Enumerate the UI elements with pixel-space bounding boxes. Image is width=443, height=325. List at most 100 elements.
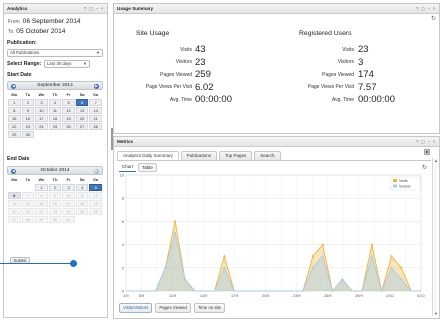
data-point-visits xyxy=(174,220,177,223)
calendar-day[interactable]: 28 xyxy=(89,123,102,130)
calendar-day[interactable]: 4 xyxy=(75,184,89,191)
calendar-day[interactable]: 5 xyxy=(62,99,75,106)
vertical-scrollbar[interactable]: ▲ ▼ xyxy=(432,158,438,316)
calendar-month-title: September 2014 xyxy=(37,83,73,88)
weekday-label: Fr xyxy=(66,177,71,182)
calendar-day[interactable]: 10 xyxy=(35,107,48,114)
window-controls[interactable]: ? ▢ – × xyxy=(416,4,436,14)
calendar-day[interactable]: 2 xyxy=(21,99,35,106)
calendar-day[interactable]: 29 xyxy=(8,131,21,138)
calendar-empty-cell xyxy=(35,131,48,138)
calendar-day[interactable]: 8 xyxy=(8,107,21,114)
stat-label: Pages Viewed xyxy=(322,71,354,78)
publication-select[interactable]: All Publications ▼ xyxy=(7,49,103,57)
calendar-day[interactable]: 1 xyxy=(8,99,21,106)
tab-analytics-daily-summary[interactable]: Analytics Daily Summary xyxy=(117,151,179,160)
window-controls[interactable]: ? ▢ – × xyxy=(416,137,436,147)
calendar-day: 12 xyxy=(89,192,102,199)
calendar-day[interactable]: 12 xyxy=(62,107,75,114)
calendar-day[interactable]: 20 xyxy=(75,115,89,122)
data-point-visitors xyxy=(390,266,393,269)
next-month-icon[interactable]: ▶ xyxy=(94,83,99,89)
calendar-day: 13 xyxy=(8,200,21,207)
calendar-day[interactable]: 1 xyxy=(35,184,48,191)
calendar-day: 7 xyxy=(21,192,35,199)
calendar-day: 20 xyxy=(8,208,21,215)
calendar-day[interactable]: 13 xyxy=(75,107,89,114)
calendar-day[interactable]: 6 xyxy=(75,99,89,106)
calendar-day[interactable]: 14 xyxy=(89,107,102,114)
calendar-day[interactable]: 21 xyxy=(89,115,102,122)
calendar-day[interactable]: 19 xyxy=(62,115,75,122)
select-range-label: Select Range: xyxy=(7,61,42,67)
calendar-day[interactable]: 23 xyxy=(21,123,35,130)
calendar-day[interactable]: 16 xyxy=(21,115,35,122)
window-controls[interactable]: ? ▢ – × xyxy=(84,4,104,14)
analytics-panel: Analytics ? ▢ – × From 06 September 2014 … xyxy=(3,3,108,318)
stat-row: Avg. Time 00:00:00 xyxy=(136,94,232,107)
tab-search[interactable]: Search xyxy=(254,151,281,160)
calendar-day[interactable]: 9 xyxy=(21,107,35,114)
calendar-week: 13 14 15 16 17 18 19 xyxy=(8,200,102,207)
calendar-day[interactable]: 2 xyxy=(48,184,62,191)
calendar-day[interactable]: 25 xyxy=(48,123,62,130)
next-month-icon[interactable]: ▶ xyxy=(94,168,99,174)
data-point-visitors xyxy=(311,266,314,269)
scroll-up-icon[interactable]: ▲ xyxy=(433,158,439,163)
tab-top-pages[interactable]: Top Pages xyxy=(219,151,253,160)
calendar-day: 29 xyxy=(35,216,48,223)
calendar-day: 15 xyxy=(35,200,48,207)
calendar-day[interactable]: 17 xyxy=(35,115,48,122)
calendar-day[interactable]: 22 xyxy=(8,123,21,130)
calendar-week: 6 7 8 9 10 11 12 xyxy=(8,192,102,199)
data-point-visitors xyxy=(174,231,177,235)
metrics-panel: Metrics ? ▢ – × ▣ Analytics Daily Summar… xyxy=(113,136,440,319)
calendar-day[interactable]: 7 xyxy=(89,99,102,106)
calendar-day: 24 xyxy=(62,208,75,215)
calendar-day[interactable]: 3 xyxy=(62,184,75,191)
calendar-day[interactable]: 4 xyxy=(48,99,62,106)
series-button-visits-visitors[interactable]: Visits/Visitors xyxy=(119,303,153,313)
scroll-down-icon[interactable]: ▼ xyxy=(433,311,439,316)
calendar-day[interactable]: 6 xyxy=(8,192,21,199)
series-button-pages-viewed[interactable]: Pages Viewed xyxy=(155,303,191,313)
settings-icon[interactable]: ▣ xyxy=(424,149,430,155)
weekday-label: Sa xyxy=(79,177,85,182)
calendar-week: 15 16 17 18 19 20 21 xyxy=(8,115,102,122)
calendar-day[interactable]: 18 xyxy=(48,115,62,122)
calendar-day[interactable]: 11 xyxy=(48,107,62,114)
metrics-tabs: Analytics Daily Summary Publications Top P… xyxy=(117,151,283,160)
refresh-icon[interactable]: ↻ xyxy=(431,15,436,22)
tab-publications[interactable]: Publications xyxy=(180,151,218,160)
calendar-day[interactable]: 26 xyxy=(62,123,75,130)
x-tick-label: 2/10 xyxy=(386,294,393,298)
refresh-icon[interactable]: ↻ xyxy=(422,164,427,171)
x-tick-label: 6/9 xyxy=(139,294,144,298)
calendar-day[interactable]: 5 xyxy=(89,184,102,191)
calendar-empty-cell xyxy=(89,131,102,138)
metrics-title: Metrics xyxy=(117,139,134,144)
analytics-titlebar: Analytics ? ▢ – × xyxy=(4,4,107,14)
calendar-day: 17 xyxy=(62,200,75,207)
calendar-week: 1234567 xyxy=(8,99,102,106)
x-tick-label: 20/9 xyxy=(262,294,269,298)
series-button-time-on-site[interactable]: Time on site xyxy=(193,303,226,313)
calendar-day[interactable]: 24 xyxy=(35,123,48,130)
calendar-day[interactable]: 30 xyxy=(21,131,35,138)
stat-value: 7.57 xyxy=(358,81,377,93)
calendar-day[interactable]: 3 xyxy=(35,99,48,106)
range-select[interactable]: Last 30 days ▼ xyxy=(44,60,90,68)
stat-row: Page Views Per Visit 6.02 xyxy=(136,82,216,95)
data-point-visitors xyxy=(223,266,226,269)
stat-label: Page Views Per Visit xyxy=(145,84,192,90)
stat-row: Visits 23 xyxy=(299,44,381,57)
usage-titlebar: Usage Summary ? ▢ – × xyxy=(114,4,439,14)
calendar-day: 27 xyxy=(8,216,21,223)
range-select-value: Last 30 days xyxy=(47,61,72,66)
from-label: From xyxy=(8,19,20,25)
calendar-day[interactable]: 15 xyxy=(8,115,21,122)
calendar-day: 16 xyxy=(48,200,62,207)
calendar-day[interactable]: 27 xyxy=(75,123,89,130)
y-tick-label: 8 xyxy=(122,196,125,201)
annotation-pointer-dot xyxy=(70,260,77,267)
